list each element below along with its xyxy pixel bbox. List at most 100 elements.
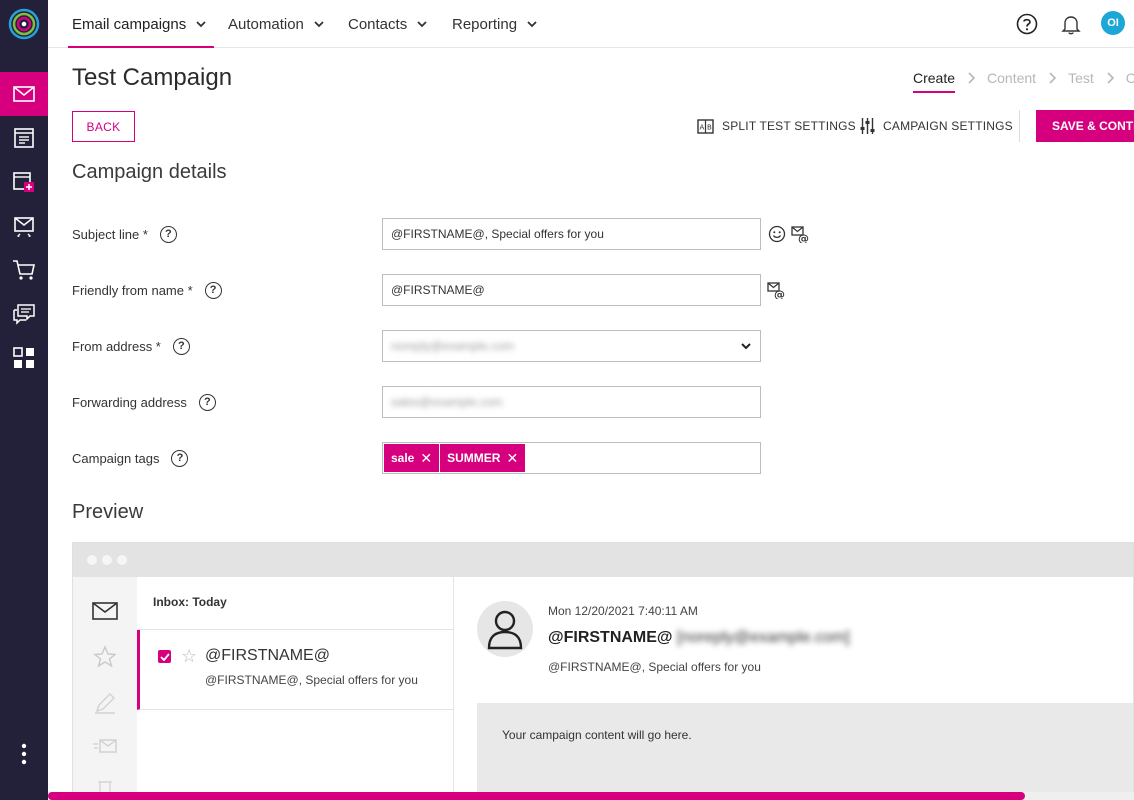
campaign-settings-button[interactable]: CAMPAIGN SETTINGS <box>860 116 1013 136</box>
inbox-header: Inbox: Today <box>153 595 227 609</box>
help-icon[interactable]: ? <box>204 281 222 299</box>
newsletter-icon[interactable] <box>0 116 48 160</box>
chevron-right-icon <box>1099 71 1121 85</box>
message-reader: Mon 12/20/2021 7:40:11 AM @FIRSTNAME@ [n… <box>455 577 1133 799</box>
star-icon[interactable]: ☆ <box>181 646 197 667</box>
chevron-down-icon <box>314 21 324 28</box>
chevron-down-icon <box>741 343 751 350</box>
pencil-icon <box>91 689 119 717</box>
chevron-right-icon <box>960 71 982 85</box>
forwarding-address-label: Forwarding address ? <box>72 390 216 414</box>
transactional-email-icon[interactable] <box>0 204 48 248</box>
top-nav: Email campaigns Automation Contacts Repo… <box>48 0 1134 48</box>
split-test-icon: AB <box>697 118 714 134</box>
message-sender: @FIRSTNAME@ [noreply@example.com] <box>548 629 850 647</box>
split-test-settings-button[interactable]: AB SPLIT TEST SETTINGS <box>697 116 856 136</box>
personalization-icon[interactable]: @ <box>791 224 811 244</box>
preview-title: Preview <box>72 501 144 523</box>
nav-tab-label: Contacts <box>348 15 408 33</box>
nav-tab-email-campaigns[interactable]: Email campaigns <box>67 0 215 48</box>
wizard-steps: Create Content Test C <box>913 66 1134 93</box>
sender-name: @FIRSTNAME@ <box>548 629 673 646</box>
window-dot <box>87 555 97 565</box>
back-button[interactable]: BACK <box>72 111 135 142</box>
step-confirm[interactable]: C <box>1126 70 1134 86</box>
split-test-label: SPLIT TEST SETTINGS <box>722 119 856 133</box>
help-icon[interactable]: ? <box>159 225 177 243</box>
window-dot <box>117 555 127 565</box>
step-create[interactable]: Create <box>913 70 956 93</box>
mail-icon <box>91 597 119 625</box>
campaign-tags-input[interactable]: sale ✕ SUMMER ✕ <box>382 442 761 474</box>
star-icon <box>91 643 119 671</box>
help-icon[interactable]: ? <box>198 393 216 411</box>
subject-line-value: @FIRSTNAME@, Special offers for you <box>391 227 604 241</box>
body-placeholder: Your campaign content will go here. <box>502 728 692 742</box>
help-icon[interactable]: ? <box>172 337 190 355</box>
inbox-message[interactable]: ☆ @FIRSTNAME@ @FIRSTNAME@, Special offer… <box>137 630 454 710</box>
nav-tab-automation[interactable]: Automation <box>228 0 324 48</box>
sliders-icon <box>860 118 875 134</box>
help-icon[interactable]: ? <box>171 449 189 467</box>
close-icon[interactable]: ✕ <box>506 450 518 467</box>
friendly-from-label: Friendly from name * ? <box>72 278 222 302</box>
mail-client-sidebar <box>73 577 137 799</box>
svg-text:@: @ <box>774 288 785 299</box>
label-text: Forwarding address <box>72 394 187 410</box>
campaign-settings-label: CAMPAIGN SETTINGS <box>883 119 1013 133</box>
app-root: Email campaigns Automation Contacts Repo… <box>0 0 1134 800</box>
forwarding-address-input[interactable]: sales@example.com <box>382 386 761 418</box>
chevron-right-icon <box>1041 71 1063 85</box>
label-text: Friendly from name * <box>72 282 193 298</box>
message-body: Your campaign content will go here. <box>477 703 1133 799</box>
from-address-select[interactable]: noreply@example.com <box>382 330 761 362</box>
more-icon[interactable] <box>0 736 48 772</box>
sender-address: [noreply@example.com] <box>676 629 850 646</box>
emoji-icon[interactable] <box>767 224 787 244</box>
save-and-continue-button[interactable]: SAVE & CONTINUE <box>1036 110 1134 142</box>
user-avatar[interactable]: OI <box>1101 11 1125 35</box>
chevron-down-icon <box>196 21 206 28</box>
svg-text:B: B <box>707 123 712 131</box>
forwarding-address-value: sales@example.com <box>391 395 503 409</box>
nav-tab-label: Email campaigns <box>72 15 187 33</box>
notifications-bell-icon[interactable] <box>1059 12 1083 36</box>
label-text: Campaign tags <box>72 450 160 466</box>
help-icon[interactable] <box>1015 12 1039 36</box>
message-subject: @FIRSTNAME@, Special offers for you <box>548 660 761 674</box>
chat-icon[interactable] <box>0 292 48 336</box>
nav-tab-reporting[interactable]: Reporting <box>452 0 537 48</box>
friendly-from-input[interactable]: @FIRSTNAME@ <box>382 274 761 306</box>
svg-text:A: A <box>700 123 705 131</box>
nav-tab-label: Reporting <box>452 15 518 33</box>
horizontal-scrollbar[interactable] <box>48 792 1134 800</box>
window-dot <box>102 555 112 565</box>
message-date: Mon 12/20/2021 7:40:11 AM <box>548 604 698 618</box>
subject-line-input[interactable]: @FIRSTNAME@, Special offers for you <box>382 218 761 250</box>
email-icon[interactable] <box>0 72 48 116</box>
step-test[interactable]: Test <box>1068 70 1094 86</box>
step-content[interactable]: Content <box>987 70 1036 86</box>
campaign-details-title: Campaign details <box>72 161 227 183</box>
left-rail <box>0 0 48 800</box>
label-text: Subject line * <box>72 226 148 242</box>
tag-chip[interactable]: SUMMER ✕ <box>440 444 526 472</box>
friendly-from-value: @FIRSTNAME@ <box>391 283 485 297</box>
email-preview-window: Inbox: Today ☆ @FIRSTNAME@ @FIRSTNAME@, … <box>72 542 1134 800</box>
nav-tab-label: Automation <box>228 15 304 33</box>
logo-icon[interactable] <box>0 0 48 48</box>
label-text: From address * <box>72 338 161 354</box>
scrollbar-thumb[interactable] <box>48 792 1025 800</box>
nav-tab-contacts[interactable]: Contacts <box>348 0 427 48</box>
chevron-down-icon <box>527 21 537 28</box>
checkbox-checked-icon[interactable] <box>158 650 171 663</box>
apps-icon[interactable] <box>0 336 48 380</box>
close-icon[interactable]: ✕ <box>420 450 432 467</box>
toolbar-divider <box>1019 110 1020 142</box>
from-address-value: noreply@example.com <box>391 339 514 353</box>
tag-chip[interactable]: sale ✕ <box>384 444 440 472</box>
from-address-label: From address * ? <box>72 334 190 358</box>
templates-icon[interactable] <box>0 160 48 204</box>
cart-icon[interactable] <box>0 248 48 292</box>
personalization-icon[interactable]: @ <box>767 280 787 300</box>
